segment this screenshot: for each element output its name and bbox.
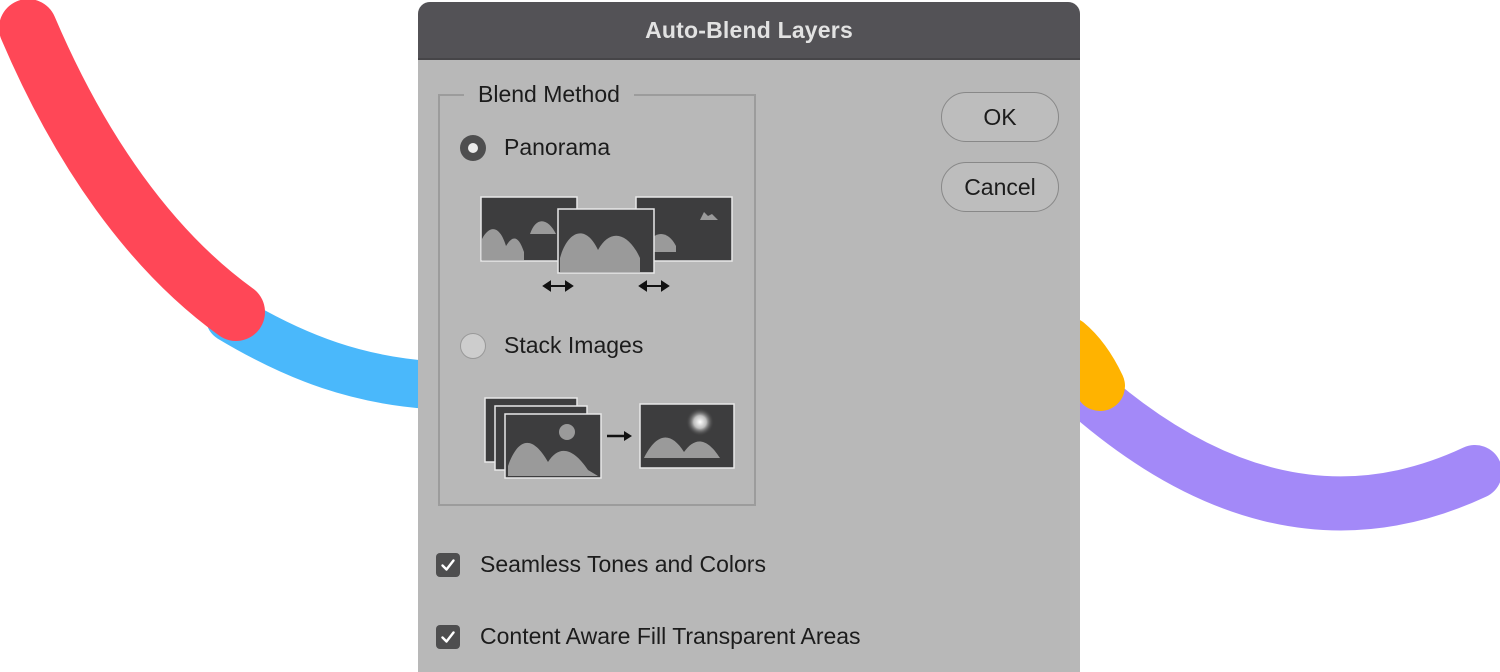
seamless-tones-label: Seamless Tones and Colors [480,551,766,577]
panorama-radio[interactable] [460,134,486,161]
stack-images-radio-option[interactable]: Stack Images [460,332,643,359]
content-aware-fill-option[interactable]: Content Aware Fill Transparent Areas [436,623,861,650]
dialog-title: Auto-Blend Layers [645,16,853,43]
panorama-label: Panorama [504,134,611,160]
stack-images-label: Stack Images [504,332,644,358]
auto-blend-dialog: Auto-Blend Layers Blend Method Panorama [418,2,1080,672]
seamless-tones-checkbox[interactable] [436,552,460,577]
panorama-illustration-icon [480,196,733,292]
blend-method-legend: Blend Method [464,81,634,108]
seamless-tones-option[interactable]: Seamless Tones and Colors [436,551,766,578]
checkmark-icon [441,558,455,571]
ok-button[interactable]: OK [941,92,1059,142]
purple-curve-segment [1063,368,1500,531]
panorama-radio-option[interactable]: Panorama [460,134,610,161]
checkmark-icon [441,630,455,643]
blend-method-group: Blend Method Panorama Stack Images [438,81,756,506]
content-aware-fill-checkbox[interactable] [436,624,460,649]
dialog-titlebar[interactable]: Auto-Blend Layers [418,2,1080,60]
stack-images-radio[interactable] [460,332,486,359]
red-curve-segment [0,0,265,341]
stack-images-illustration-icon [484,397,735,479]
cancel-button[interactable]: Cancel [941,162,1059,212]
content-aware-fill-label: Content Aware Fill Transparent Areas [480,623,861,649]
